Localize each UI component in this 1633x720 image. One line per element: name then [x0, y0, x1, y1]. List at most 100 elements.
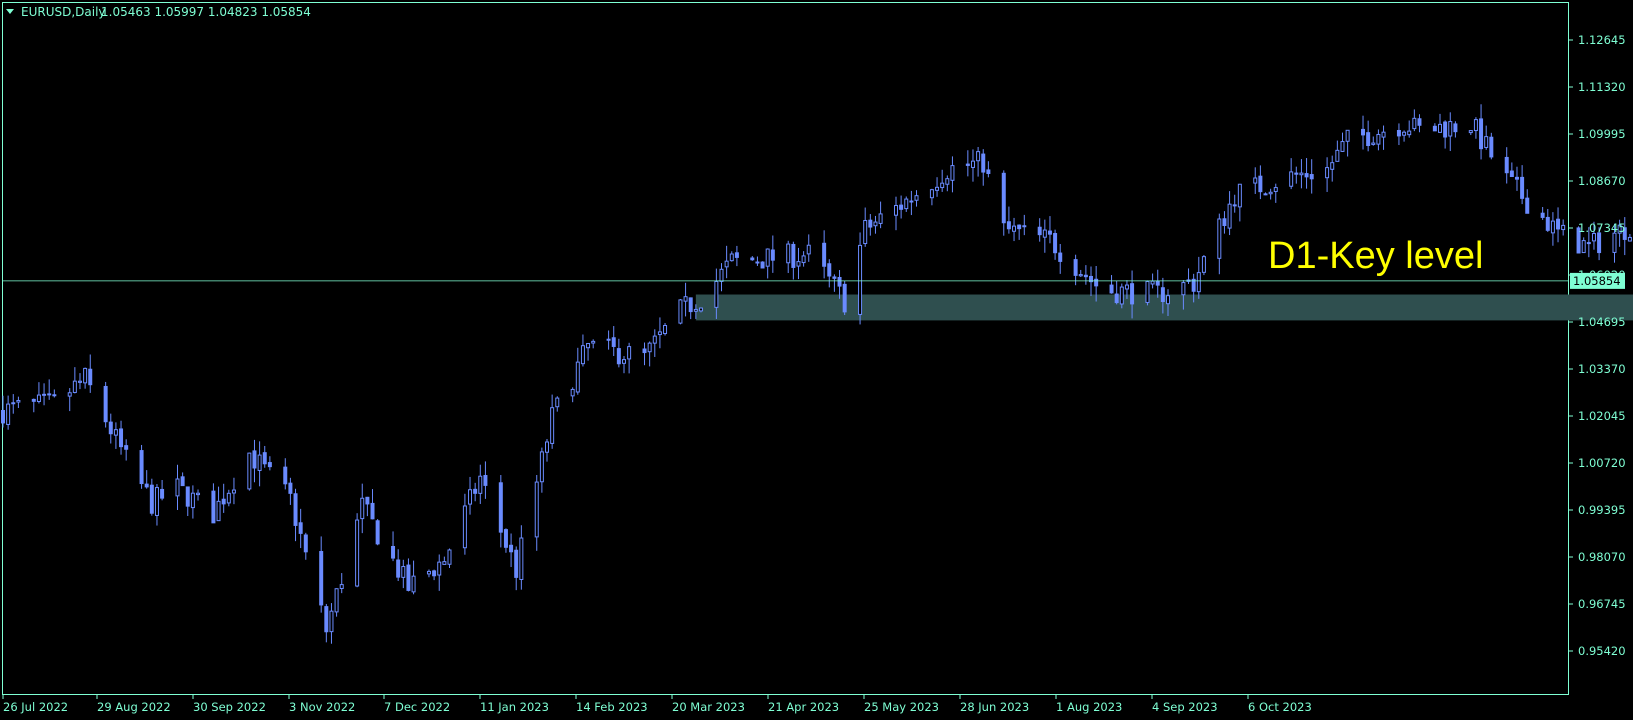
candle [139, 444, 144, 489]
candle-body [1058, 252, 1063, 262]
x-tick-label: 4 Sep 2023 [1152, 700, 1218, 714]
candle-body [1119, 286, 1124, 305]
candle-body [1550, 220, 1555, 234]
candle-body [1520, 176, 1525, 199]
candle-body [1361, 128, 1366, 136]
candle-body [108, 421, 113, 435]
candle-body [462, 505, 467, 549]
candle-body [1042, 229, 1047, 238]
candle-body [945, 178, 950, 185]
candle-body [1468, 130, 1473, 134]
candle-body [1561, 224, 1566, 231]
candle-body [1155, 280, 1160, 286]
candle-body [873, 221, 878, 227]
candle-body [1299, 172, 1304, 176]
candle-body [6, 403, 11, 425]
y-tick-label: 0.99395 [1578, 503, 1626, 517]
candle-body [914, 195, 919, 201]
candle-body [503, 529, 508, 548]
candle-body [1453, 123, 1458, 133]
candle-body [16, 400, 21, 403]
candle-body [1509, 170, 1514, 178]
candle-body [755, 261, 760, 264]
candle-body [1258, 175, 1263, 193]
candle-body [283, 466, 288, 485]
y-tick-label: 1.11320 [1578, 80, 1626, 94]
candle-body [760, 261, 765, 269]
candle-body [252, 450, 257, 469]
candle [842, 280, 847, 316]
x-tick-label: 3 Nov 2022 [289, 700, 355, 714]
candle-body [1006, 221, 1011, 230]
candle-body [1001, 172, 1006, 224]
y-tick-label: 1.04695 [1578, 315, 1626, 329]
candle-body [247, 452, 252, 490]
candle [247, 452, 252, 491]
candle-body [1053, 233, 1058, 254]
candle-body [1581, 240, 1586, 254]
candle-body [319, 551, 324, 606]
candle-body [426, 570, 431, 575]
candle-body [719, 268, 724, 282]
candle [858, 232, 863, 325]
candle-body [401, 566, 406, 578]
candle-body [175, 478, 180, 497]
candle-body [606, 338, 611, 341]
candle-body [1150, 280, 1155, 285]
candle-body [642, 348, 647, 354]
candle-body [1294, 172, 1299, 175]
candle-body [1124, 284, 1129, 290]
candle-body [1325, 167, 1330, 179]
candle-body [432, 570, 437, 577]
candle-body [591, 340, 596, 344]
candle-body [1181, 282, 1186, 296]
candle-body [750, 257, 755, 261]
candle-body [1289, 171, 1294, 187]
candle [1489, 132, 1494, 160]
candle-body [160, 488, 165, 499]
candle-body [858, 244, 863, 315]
candle-body [822, 242, 827, 267]
candle [678, 298, 683, 325]
candle-body [832, 276, 837, 279]
candle-body [267, 462, 272, 468]
candle [355, 513, 360, 588]
candle-body [514, 549, 519, 578]
current-price-tag-label: 1.05854 [1573, 274, 1621, 288]
candle-body [1047, 230, 1052, 235]
candle-body [621, 359, 626, 364]
candle-body [375, 520, 380, 545]
candle-body [950, 165, 955, 181]
candle-body [970, 160, 975, 168]
chart-header[interactable]: EURUSD,Daily 1.05463 1.05997 1.04823 1.0… [6, 5, 311, 19]
y-tick-label: 0.98070 [1578, 550, 1626, 564]
candle-body [180, 476, 185, 487]
x-tick-label: 6 Oct 2023 [1248, 700, 1312, 714]
x-tick-label: 11 Jan 2023 [480, 700, 549, 714]
candle-body [519, 537, 524, 581]
candle-body [545, 441, 550, 453]
candle-body [360, 497, 365, 520]
candle-body [663, 324, 668, 335]
candle-body [965, 163, 970, 166]
candle-body [555, 397, 560, 408]
candle-body [765, 248, 770, 267]
candle-body [1094, 278, 1099, 287]
candle-body [1, 410, 5, 424]
candle-body [1396, 129, 1401, 137]
candle-body [724, 260, 729, 268]
candle-body [370, 502, 375, 520]
candle-body [1073, 259, 1078, 276]
candle-body [1448, 121, 1453, 137]
candle-body [893, 204, 898, 216]
candle-body [1201, 256, 1206, 273]
candle-body [1627, 236, 1632, 242]
y-tick-label: 0.96745 [1578, 597, 1626, 611]
candle-body [611, 337, 616, 347]
candle-body [190, 492, 195, 509]
candle-body [1114, 293, 1119, 304]
candle-body [47, 393, 52, 396]
candle-body [586, 343, 591, 349]
x-tick-label: 30 Sep 2022 [193, 700, 266, 714]
candle-body [324, 606, 329, 633]
